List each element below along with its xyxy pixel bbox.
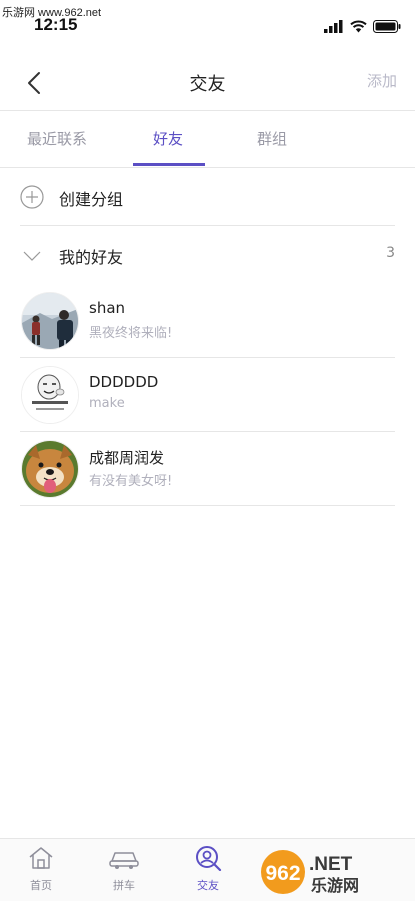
friend-status: make (89, 396, 125, 411)
tabs: 最近联系 好友 群组 (0, 111, 415, 168)
watermark-suffix: .NET (309, 854, 353, 875)
tabbar-item-home[interactable]: 首页 (11, 845, 71, 893)
tab-recent-contacts[interactable]: 最近联系 (27, 128, 87, 149)
battery-icon (373, 19, 401, 33)
tabbar-label-friends: 交友 (197, 879, 219, 892)
signal-icon (324, 19, 343, 33)
create-group-label: 创建分组 (59, 190, 124, 209)
tab-friends[interactable]: 好友 (153, 128, 183, 149)
status-time: 12:15 (34, 15, 78, 34)
friend-row[interactable]: DDDDDD make (20, 358, 395, 432)
nav-bar: 交友 添加 (0, 52, 415, 111)
status-bar: 12:15 (0, 0, 415, 40)
car-icon (109, 852, 139, 869)
tabbar-label-carpool: 拼车 (113, 879, 135, 892)
avatar (21, 440, 79, 498)
friend-row[interactable]: shan 黑夜终将来临! (20, 284, 395, 358)
home-icon (29, 847, 53, 869)
friend-status: 黑夜终将来临! (89, 326, 173, 341)
avatar (21, 366, 79, 424)
friend-group-header[interactable]: 我的好友 3 (20, 226, 395, 284)
wifi-icon (350, 19, 367, 32)
watermark-brand: 962 (265, 862, 300, 885)
tabbar-item-carpool[interactable]: 拼车 (94, 845, 154, 893)
tab-groups[interactable]: 群组 (257, 128, 287, 149)
friend-name: shan (89, 299, 126, 317)
friend-group-count: 3 (386, 245, 395, 261)
watermark-caption: 乐游网 (311, 876, 359, 895)
friend-status: 有没有美女呀! (89, 474, 173, 489)
create-group-row[interactable]: 创建分组 (20, 168, 395, 226)
page-title: 交友 (189, 74, 226, 95)
friend-name: 成都周润发 (89, 449, 165, 467)
status-icons (324, 18, 401, 34)
friend-row[interactable]: 成都周润发 有没有美女呀! (20, 432, 395, 506)
avatar (21, 292, 79, 350)
friend-group-label: 我的好友 (59, 248, 124, 267)
watermark-logo: 962 .NET 乐游网 (257, 848, 407, 896)
tabbar-label-home: 首页 (30, 879, 52, 892)
tabbar-item-friends[interactable]: 交友 (178, 845, 238, 893)
plus-circle-icon (20, 185, 44, 209)
tab-active-indicator (133, 163, 205, 166)
add-button[interactable]: 添加 (367, 70, 397, 91)
chevron-down-icon (23, 251, 41, 261)
friends-icon (196, 846, 222, 872)
friend-name: DDDDDD (89, 373, 159, 391)
